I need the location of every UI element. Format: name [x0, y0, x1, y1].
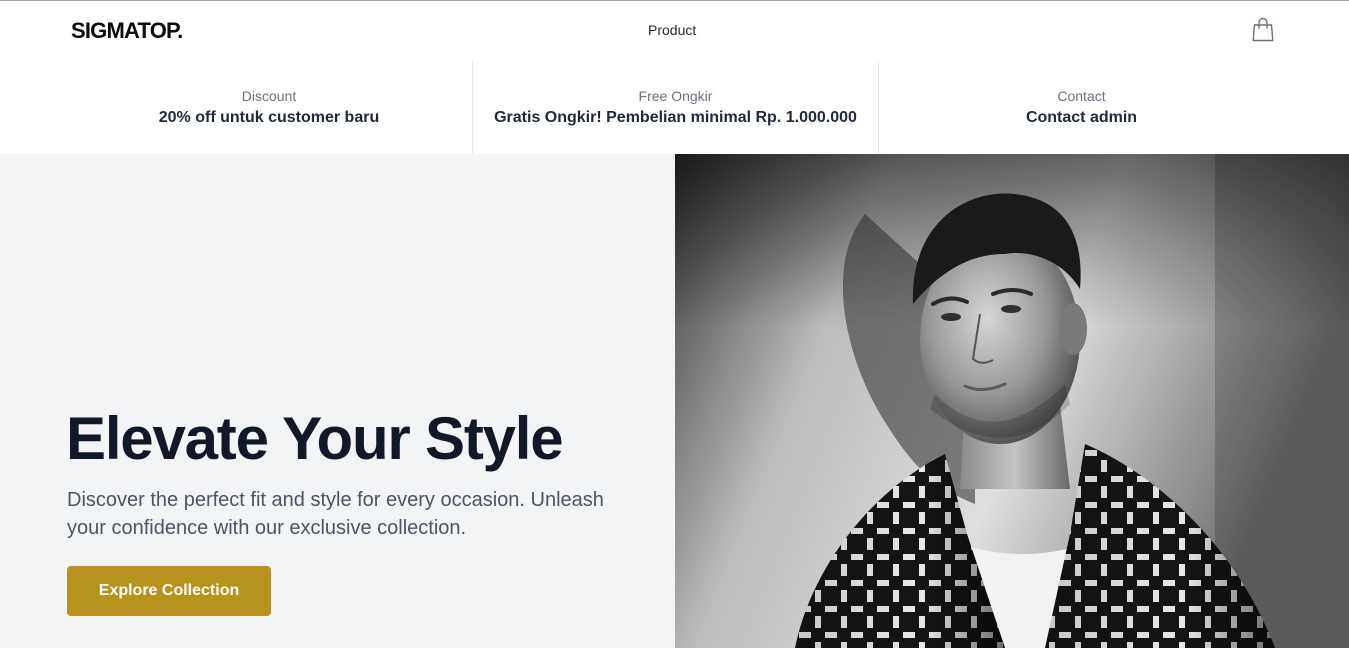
- hero-text-panel: Elevate Your Style Discover the perfect …: [0, 154, 675, 648]
- info-item-discount: Discount 20% off untuk customer baru: [0, 61, 472, 154]
- info-label: Contact: [1057, 88, 1106, 104]
- hero-subtitle: Discover the perfect fit and style for e…: [67, 489, 604, 539]
- hero-image: [675, 154, 1349, 648]
- nav-link-product[interactable]: Product: [648, 21, 696, 39]
- info-label: Free Ongkir: [638, 88, 713, 104]
- info-item-free-shipping: Free Ongkir Gratis Ongkir! Pembelian min…: [472, 61, 878, 154]
- hero-section: Elevate Your Style Discover the perfect …: [0, 154, 1349, 648]
- info-bar: Discount 20% off untuk customer baru Fre…: [0, 61, 1349, 154]
- info-label: Discount: [241, 88, 297, 104]
- hero-title: Elevate Your Style: [66, 405, 564, 472]
- info-value[interactable]: Contact admin: [879, 108, 1284, 128]
- info-item-contact: Contact Contact admin: [878, 61, 1284, 154]
- info-value: Gratis Ongkir! Pembelian minimal Rp. 1.0…: [494, 109, 857, 126]
- explore-collection-button[interactable]: Explore Collection: [67, 566, 271, 616]
- info-value: 20% off untuk customer baru: [158, 109, 380, 126]
- shopping-bag-icon[interactable]: [1251, 17, 1275, 43]
- brand-logo[interactable]: SIGMATOP.: [71, 18, 183, 44]
- navbar: SIGMATOP. Product: [0, 1, 1349, 61]
